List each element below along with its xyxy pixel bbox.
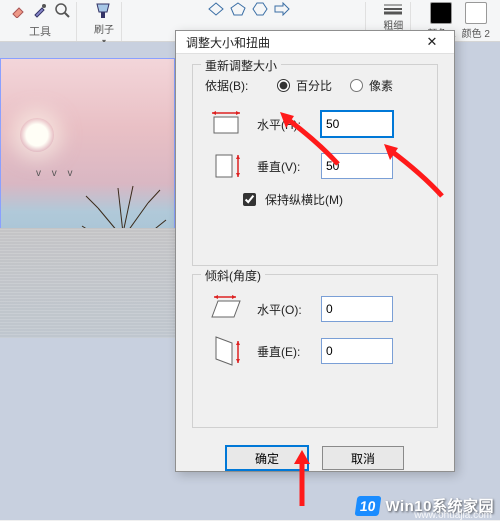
maintain-ratio-checkbox[interactable]: 保持纵横比(M) (239, 190, 425, 209)
pentagon-shape-icon[interactable] (230, 2, 246, 19)
resize-vertical-input[interactable] (321, 153, 393, 179)
eyedropper-icon[interactable] (32, 2, 48, 21)
pixels-radio[interactable]: 像素 (350, 77, 393, 94)
resize-horizontal-input[interactable] (321, 111, 393, 137)
diamond-shape-icon[interactable] (208, 2, 224, 19)
ribbon-group-brush: 刷子 ▾ (87, 2, 122, 41)
brush-icon (93, 2, 115, 20)
watermark-url: www.ohuajia.com (414, 510, 492, 521)
brush-button[interactable]: 刷子 ▾ (93, 2, 115, 46)
color2-swatch (465, 2, 487, 24)
skew-vertical-input[interactable] (321, 338, 393, 364)
dialog-buttons: 确定 取消 (192, 436, 438, 478)
birds-graphic: v v v (36, 168, 77, 179)
resize-skew-dialog: 调整大小和扭曲 ✕ 重新调整大小 依据(B): 百分比 像素 (175, 30, 455, 472)
skew-v-label: 垂直(E): (257, 343, 311, 360)
resize-v-label: 垂直(V): (257, 158, 311, 175)
cancel-button[interactable]: 取消 (322, 446, 404, 470)
magnifier-icon[interactable] (54, 2, 70, 21)
resize-horizontal-icon (205, 110, 247, 138)
eraser-icon[interactable] (10, 2, 26, 21)
arrow-right-shape-icon[interactable] (274, 2, 290, 19)
ribbon-tools-label: 工具 (29, 23, 51, 41)
close-button[interactable]: ✕ (416, 31, 448, 53)
color2-button[interactable]: 颜色 2 (462, 2, 490, 40)
resize-h-label: 水平(H): (257, 116, 311, 133)
resize-group-title: 重新调整大小 (201, 57, 281, 74)
resize-vertical-icon (205, 152, 247, 180)
resize-group: 重新调整大小 依据(B): 百分比 像素 水平(H): (192, 64, 438, 266)
dialog-body: 重新调整大小 依据(B): 百分比 像素 水平(H): (176, 54, 454, 484)
by-label: 依据(B): (205, 77, 259, 94)
hexagon-shape-icon[interactable] (252, 2, 268, 19)
water-reflection (0, 228, 175, 338)
maintain-ratio-input[interactable] (243, 193, 256, 206)
skew-group: 倾斜(角度) 水平(O): 垂直(E): (192, 274, 438, 428)
close-icon: ✕ (427, 34, 438, 50)
color1-swatch (430, 2, 452, 24)
watermark-badge: 10 (354, 496, 380, 516)
skew-horizontal-icon (205, 295, 247, 323)
percent-radio-input[interactable] (277, 79, 290, 92)
skew-vertical-icon (205, 337, 247, 365)
canvas-image[interactable]: v v v (0, 58, 175, 338)
skew-horizontal-input[interactable] (321, 296, 393, 322)
ribbon-group-tools: 工具 (4, 2, 77, 41)
pixels-radio-input[interactable] (350, 79, 363, 92)
sun-graphic (20, 118, 54, 152)
thickness-icon (382, 2, 404, 16)
skew-group-title: 倾斜(角度) (201, 267, 265, 284)
percent-radio[interactable]: 百分比 (277, 77, 332, 94)
skew-h-label: 水平(O): (257, 301, 311, 318)
ok-button[interactable]: 确定 (226, 446, 308, 470)
dialog-title: 调整大小和扭曲 (186, 34, 270, 51)
dialog-titlebar[interactable]: 调整大小和扭曲 ✕ (176, 31, 454, 54)
